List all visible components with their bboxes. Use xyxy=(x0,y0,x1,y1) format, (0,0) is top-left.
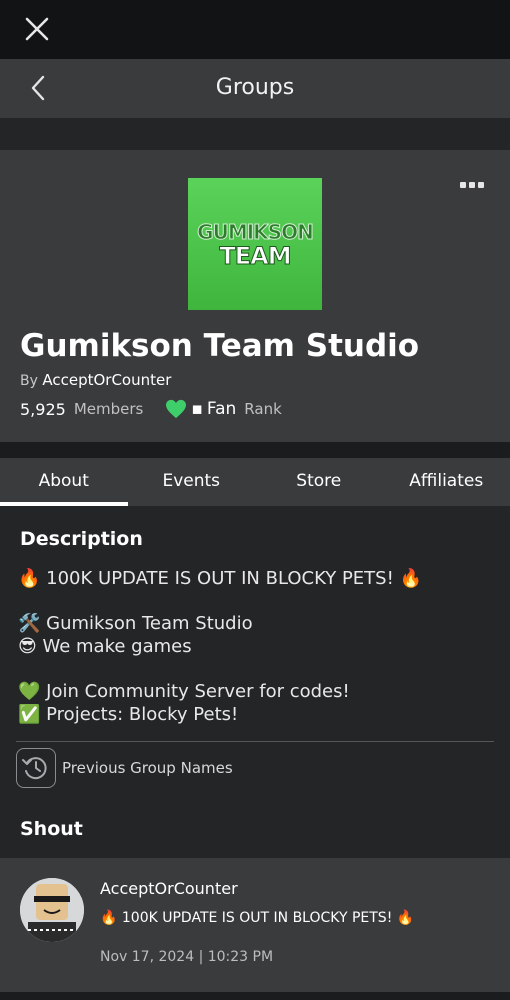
shout-username[interactable]: AcceptOrCounter xyxy=(100,879,238,898)
by-prefix: By xyxy=(20,373,38,389)
rank-separator: ▪ xyxy=(191,399,203,419)
spacer-band xyxy=(0,118,510,150)
section-gap xyxy=(0,442,510,458)
owner-line: By AcceptOrCounter xyxy=(20,371,171,389)
shout-message: 🔥 100K UPDATE IS OUT IN BLOCKY PETS! 🔥 xyxy=(100,910,415,926)
dot-icon xyxy=(478,182,484,188)
rank-name: Fan xyxy=(206,399,237,419)
close-button[interactable] xyxy=(22,14,52,44)
members-count: 5,925 xyxy=(20,399,66,419)
logo-text-bottom: TEAM xyxy=(219,242,292,271)
tab-about[interactable]: About xyxy=(0,458,128,506)
tab-events[interactable]: Events xyxy=(128,458,256,506)
dot-icon xyxy=(460,182,466,188)
navigation-bar: Groups xyxy=(0,59,510,118)
avatar-image xyxy=(20,878,84,942)
owner-link[interactable]: AcceptOrCounter xyxy=(42,371,171,389)
page-title: Groups xyxy=(215,75,295,100)
description-line: 😎 We make games xyxy=(18,636,192,657)
dot-icon xyxy=(469,182,475,188)
close-icon xyxy=(25,17,49,41)
about-content: Description 🔥 100K UPDATE IS OUT IN BLOC… xyxy=(0,506,510,858)
more-options-button[interactable] xyxy=(460,178,490,192)
group-header-card: GUMIKSON TEAM Gumikson Team Studio By Ac… xyxy=(0,150,510,442)
history-icon xyxy=(22,757,47,780)
shout-timestamp: Nov 17, 2024 | 10:23 PM xyxy=(100,949,274,965)
tab-store[interactable]: Store xyxy=(255,458,383,506)
previous-names-button[interactable] xyxy=(16,748,56,788)
description-line: 🔥 100K UPDATE IS OUT IN BLOCKY PETS! 🔥 xyxy=(18,568,422,589)
previous-names-label[interactable]: Previous Group Names xyxy=(62,759,233,777)
description-line: 🛠️ Gumikson Team Studio xyxy=(18,613,253,634)
members-label: Members xyxy=(73,400,144,418)
description-heading: Description xyxy=(20,528,143,550)
divider xyxy=(16,741,494,742)
avatar[interactable] xyxy=(20,878,84,942)
shout-heading: Shout xyxy=(20,818,83,840)
group-logo: GUMIKSON TEAM xyxy=(188,178,322,310)
group-stats: 5,925 Members ▪ Fan Rank xyxy=(20,399,282,419)
bottom-band xyxy=(0,992,510,1000)
green-heart-icon xyxy=(166,399,187,419)
logo-text-top: GUMIKSON xyxy=(197,220,315,245)
group-name: Gumikson Team Studio xyxy=(20,328,420,364)
shout-card: AcceptOrCounter 🔥 100K UPDATE IS OUT IN … xyxy=(0,858,510,992)
description-line: ✅ Projects: Blocky Pets! xyxy=(18,704,239,725)
status-top-bar xyxy=(0,0,510,59)
description-line: 💚 Join Community Server for codes! xyxy=(18,681,350,702)
rank-label: Rank xyxy=(244,400,282,418)
tab-bar: About Events Store Affiliates xyxy=(0,458,510,506)
tab-affiliates[interactable]: Affiliates xyxy=(383,458,510,506)
